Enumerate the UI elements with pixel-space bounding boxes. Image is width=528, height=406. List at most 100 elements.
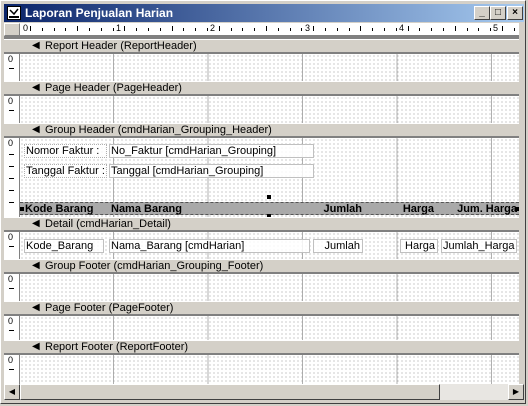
section-bar-report-header[interactable]: ◀ Report Header (ReportHeader) bbox=[4, 39, 519, 53]
scroll-thumb[interactable] bbox=[20, 384, 440, 400]
resize-handle[interactable] bbox=[20, 207, 24, 211]
ruler-tick bbox=[266, 26, 267, 31]
design-surface: 0 1 2 3 4 5 ◀ Report Header (ReportHeade… bbox=[4, 23, 519, 384]
maximize-button[interactable]: □ bbox=[490, 6, 506, 20]
ruler-tick bbox=[124, 26, 125, 31]
section-body-report-footer[interactable] bbox=[20, 355, 519, 384]
vertical-ruler: 0 bbox=[4, 274, 20, 301]
section-label: Page Footer (PageFooter) bbox=[45, 302, 174, 314]
ruler-tick bbox=[396, 28, 397, 31]
report-designer-icon bbox=[7, 6, 21, 20]
resize-handle[interactable] bbox=[267, 195, 271, 199]
section-body-group-header[interactable]: Nomor Faktur : No_Faktur [cmdHarian_Grou… bbox=[20, 138, 519, 217]
ruler-tick bbox=[478, 28, 479, 31]
detail-jumlah-harga-field[interactable]: Jumlah_Harga bbox=[441, 239, 517, 253]
vertical-ruler: 0 bbox=[4, 54, 20, 81]
ruler-tick bbox=[195, 28, 196, 31]
nomor-faktur-field[interactable]: No_Faktur [cmdHarian_Grouping] bbox=[109, 144, 314, 158]
section-body-page-footer[interactable] bbox=[20, 316, 519, 340]
ruler-tick bbox=[372, 28, 373, 31]
ruler-tick bbox=[290, 28, 291, 31]
ruler-number: 0 bbox=[8, 54, 14, 64]
section-bar-group-footer[interactable]: ◀ Group Footer (cmdHarian_Grouping_Foote… bbox=[4, 259, 519, 273]
ruler-tick bbox=[419, 28, 420, 31]
ruler-corner bbox=[4, 23, 20, 36]
ruler-tick bbox=[42, 28, 43, 31]
ruler-tick bbox=[337, 28, 338, 31]
vertical-ruler: 0 bbox=[4, 232, 20, 259]
ruler-tick bbox=[325, 28, 326, 31]
section-bar-detail[interactable]: ◀ Detail (cmdHarian_Detail) bbox=[4, 217, 519, 231]
ruler-tick bbox=[502, 26, 503, 31]
section-arrow-icon: ◀ bbox=[32, 82, 40, 93]
ruler-number: 0 bbox=[8, 355, 14, 365]
ruler-tick bbox=[490, 28, 491, 31]
section-arrow-icon: ◀ bbox=[32, 302, 40, 313]
nomor-faktur-label[interactable]: Nomor Faktur : bbox=[24, 144, 107, 158]
ruler-number: 0 bbox=[8, 274, 14, 284]
ruler-tick bbox=[160, 28, 161, 31]
ruler-tick bbox=[384, 28, 385, 31]
tanggal-faktur-label[interactable]: Tanggal Faktur : bbox=[24, 164, 107, 178]
scroll-right-icon[interactable]: ▶ bbox=[508, 384, 524, 400]
column-header-jumlah[interactable]: Jumlah bbox=[310, 203, 364, 217]
column-header-kode-barang[interactable]: Kode Barang bbox=[24, 203, 104, 217]
report-designer-window: Laporan Penjualan Harian _ □ × 0 1 2 3 4… bbox=[0, 0, 526, 404]
vertical-ruler: 0 bbox=[4, 138, 20, 217]
section-body-group-footer[interactable] bbox=[20, 274, 519, 301]
ruler-tick bbox=[313, 26, 314, 31]
section-bar-page-header[interactable]: ◀ Page Header (PageHeader) bbox=[4, 81, 519, 95]
minimize-button[interactable]: _ bbox=[474, 6, 490, 20]
window-title: Laporan Penjualan Harian bbox=[25, 6, 174, 20]
ruler-tick bbox=[360, 26, 361, 31]
ruler-tick bbox=[467, 28, 468, 31]
ruler-tick bbox=[172, 26, 173, 31]
ruler-number: 1 bbox=[116, 23, 122, 33]
title-bar[interactable]: Laporan Penjualan Harian _ □ × bbox=[4, 4, 524, 22]
close-button[interactable]: × bbox=[507, 6, 523, 20]
ruler-tick bbox=[514, 28, 515, 31]
section-arrow-icon: ◀ bbox=[32, 124, 40, 135]
section-label: Page Header (PageHeader) bbox=[45, 82, 182, 94]
column-header-jum-harga[interactable]: Jum. Harga bbox=[440, 203, 519, 217]
horizontal-scrollbar[interactable]: ◀ ▶ bbox=[4, 384, 524, 400]
ruler-tick bbox=[408, 26, 409, 31]
column-header-nama-barang[interactable]: Nama Barang bbox=[110, 203, 210, 217]
ruler-tick bbox=[148, 28, 149, 31]
detail-harga-field[interactable]: Harga bbox=[400, 239, 438, 253]
ruler-tick bbox=[431, 28, 432, 31]
ruler-tick bbox=[231, 28, 232, 31]
section-bar-report-footer[interactable]: ◀ Report Footer (ReportFooter) bbox=[4, 340, 519, 354]
ruler-tick bbox=[349, 28, 350, 31]
section-label: Group Footer (cmdHarian_Grouping_Footer) bbox=[45, 260, 264, 272]
tanggal-faktur-field[interactable]: Tanggal [cmdHarian_Grouping] bbox=[109, 164, 314, 178]
ruler-number: 0 bbox=[23, 23, 29, 33]
horizontal-ruler: 0 1 2 3 4 5 bbox=[20, 23, 519, 36]
ruler-tick bbox=[278, 28, 279, 31]
vertical-ruler: 0 bbox=[4, 96, 20, 123]
ruler-tick bbox=[242, 28, 243, 31]
section-body-detail[interactable]: Kode_Barang Nama_Barang [cmdHarian] Juml… bbox=[20, 232, 519, 259]
detail-jumlah-field[interactable]: Jumlah bbox=[313, 239, 363, 253]
ruler-number: 2 bbox=[210, 23, 216, 33]
detail-kode-barang-field[interactable]: Kode_Barang bbox=[24, 239, 104, 253]
ruler-tick bbox=[77, 26, 78, 31]
section-body-report-header[interactable] bbox=[20, 54, 519, 81]
scroll-left-icon[interactable]: ◀ bbox=[4, 384, 20, 400]
ruler-tick bbox=[301, 28, 302, 31]
section-label: Detail (cmdHarian_Detail) bbox=[45, 218, 171, 230]
ruler-number: 4 bbox=[399, 23, 405, 33]
detail-nama-barang-field[interactable]: Nama_Barang [cmdHarian] bbox=[109, 239, 310, 253]
column-header-harga[interactable]: Harga bbox=[394, 203, 436, 217]
section-bar-group-header[interactable]: ◀ Group Header (cmdHarian_Grouping_Heade… bbox=[4, 123, 519, 137]
section-body-page-header[interactable] bbox=[20, 96, 519, 123]
ruler-number: 0 bbox=[8, 232, 14, 242]
section-bar-page-footer[interactable]: ◀ Page Footer (PageFooter) bbox=[4, 301, 519, 315]
ruler-tick bbox=[54, 28, 55, 31]
ruler-tick bbox=[113, 28, 114, 31]
ruler-tick bbox=[254, 28, 255, 31]
section-label: Group Header (cmdHarian_Grouping_Header) bbox=[45, 124, 272, 136]
vertical-scrollbar[interactable] bbox=[519, 23, 524, 384]
ruler-tick bbox=[136, 28, 137, 31]
ruler-tick bbox=[30, 26, 31, 31]
